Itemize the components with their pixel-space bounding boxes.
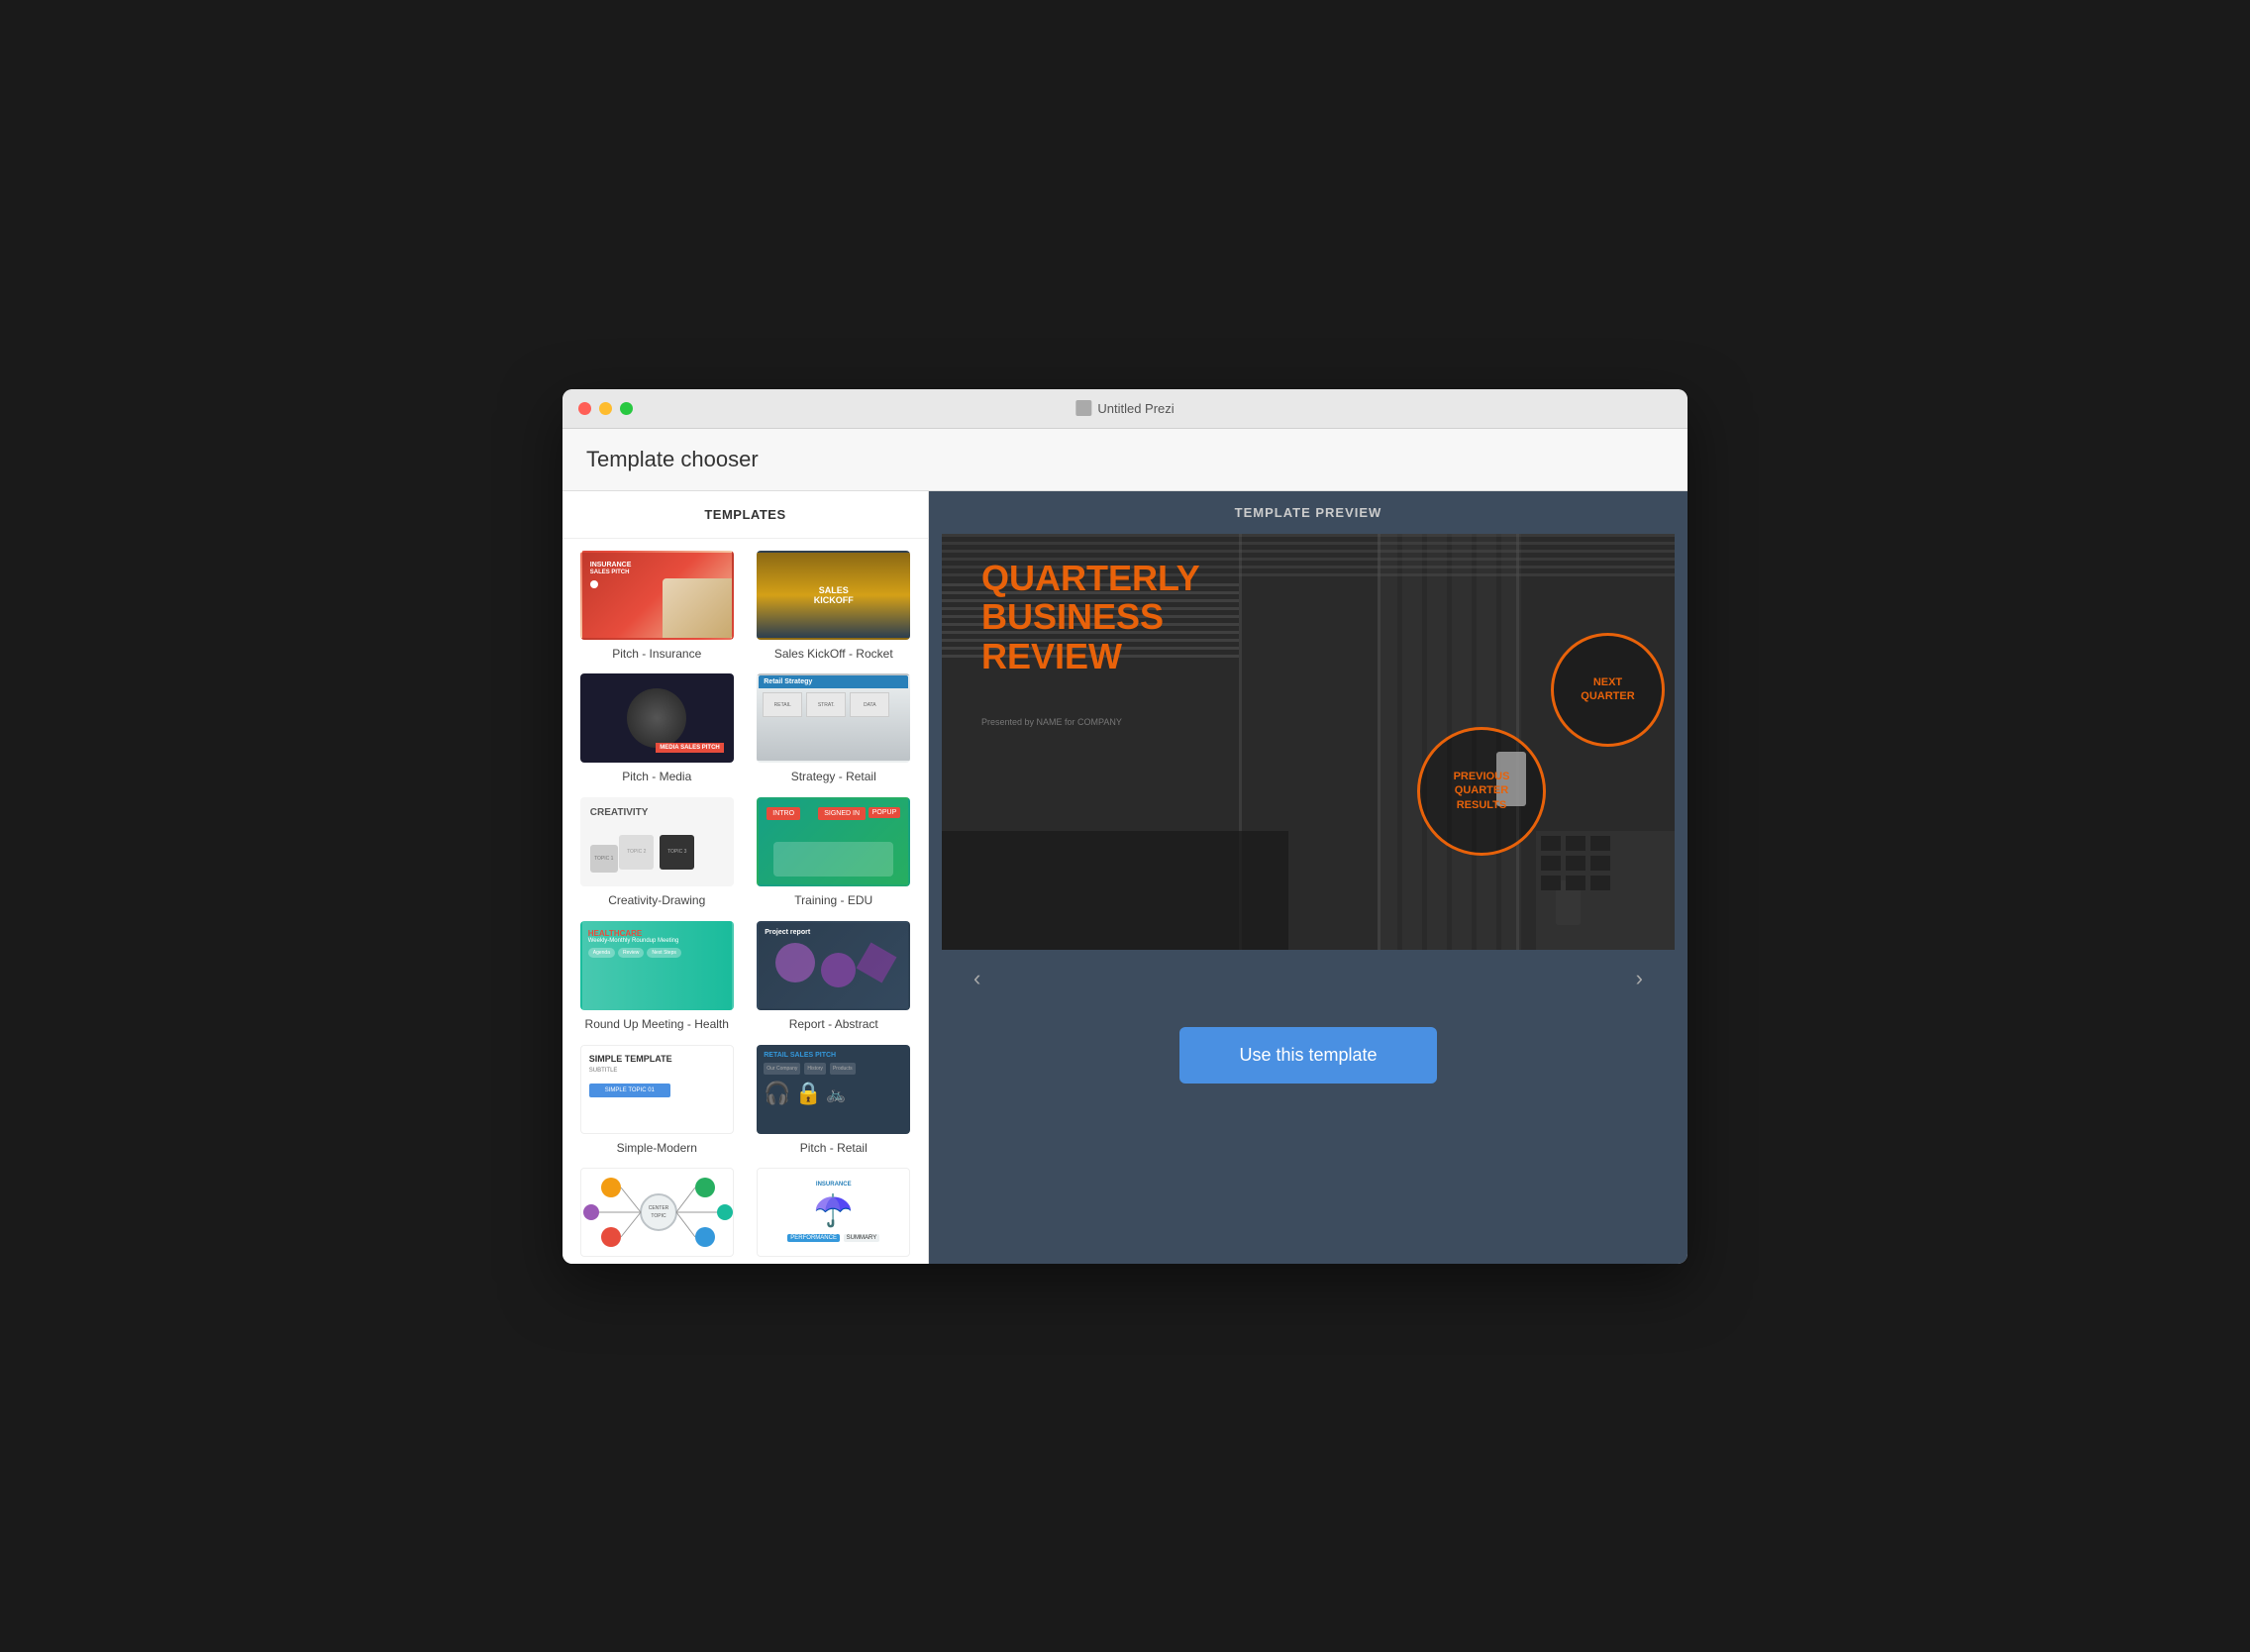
template-thumb-pitch-retail: RETAIL SALES PITCH Our Company History P…	[757, 1045, 910, 1134]
file-icon	[1075, 400, 1091, 416]
templates-header: TEMPLATES	[562, 491, 928, 539]
next-arrow[interactable]: ›	[1624, 962, 1655, 995]
template-thumb-media: MEDIA SALES PITCH	[580, 673, 734, 763]
preview-container: QUARTERLYBUSINESSREVIEW Presented by NAM…	[942, 534, 1675, 1007]
svg-text:CENTER: CENTER	[648, 1205, 668, 1211]
template-abstract[interactable]: Project report Report - Abstract	[752, 921, 917, 1033]
minimize-button[interactable]	[599, 402, 612, 415]
fullscreen-button[interactable]	[620, 402, 633, 415]
templates-grid: INSURANCE SALES PITCH Pitch - Insurance …	[562, 539, 928, 1264]
template-label-rocket: Sales KickOff - Rocket	[774, 646, 893, 663]
prev-arrow[interactable]: ‹	[962, 962, 992, 995]
content-area: TEMPLATES INSURANCE SALES PITCH Pitch - …	[562, 491, 1688, 1264]
template-exec[interactable]: INSURANCE ☂️ PERFORMANCE SUMMARY Executi…	[752, 1168, 917, 1263]
use-template-button[interactable]: Use this template	[1179, 1027, 1436, 1084]
template-around[interactable]: CENTER TOPIC	[574, 1168, 740, 1263]
template-retail-strategy[interactable]: Retail Strategy RETAIL STRAT. DATA Strat…	[752, 673, 917, 785]
template-label-creativity: Creativity-Drawing	[608, 892, 705, 909]
template-thumb-retail: Retail Strategy RETAIL STRAT. DATA	[757, 673, 910, 763]
templates-panel: TEMPLATES INSURANCE SALES PITCH Pitch - …	[562, 491, 929, 1264]
template-thumb-rocket: SALESKICKOFF	[757, 551, 910, 640]
page-header: Template chooser	[562, 429, 1688, 491]
template-pitch-retail[interactable]: RETAIL SALES PITCH Our Company History P…	[752, 1045, 917, 1157]
traffic-lights	[578, 402, 633, 415]
template-label-media: Pitch - Media	[622, 769, 691, 785]
template-training[interactable]: POPUP INTRO SIGNED IN Training - EDU	[752, 797, 917, 909]
template-thumb-exec: INSURANCE ☂️ PERFORMANCE SUMMARY	[757, 1168, 910, 1257]
template-thumb-simple: SIMPLE TEMPLATE SUBTITLE SIMPLE TOPIC 01	[580, 1045, 734, 1134]
template-insurance[interactable]: INSURANCE SALES PITCH Pitch - Insurance	[574, 551, 740, 663]
template-thumb-around: CENTER TOPIC	[580, 1168, 734, 1257]
template-thumb-insurance: INSURANCE SALES PITCH	[580, 551, 734, 640]
template-simple[interactable]: SIMPLE TEMPLATE SUBTITLE SIMPLE TOPIC 01…	[574, 1045, 740, 1157]
titlebar: Untitled Prezi	[562, 389, 1688, 429]
template-label-retail-strategy: Strategy - Retail	[791, 769, 876, 785]
close-button[interactable]	[578, 402, 591, 415]
template-label-pitch-retail: Pitch - Retail	[800, 1140, 868, 1157]
nav-arrows: ‹ ›	[942, 950, 1675, 1007]
template-health[interactable]: HEALTHCARE Weekly-Monthly Roundup Meetin…	[574, 921, 740, 1033]
template-thumb-abstract: Project report	[757, 921, 910, 1010]
template-thumb-creativity: CREATIVITY TOPIC 2 TOPIC 3 TOPIC 1	[580, 797, 734, 886]
preview-header: TEMPLATE PREVIEW	[929, 491, 1688, 534]
preview-panel: TEMPLATE PREVIEW	[929, 491, 1688, 1264]
template-label-abstract: Report - Abstract	[789, 1016, 878, 1033]
circle-previous-quarter: PREVIOUSQUARTERRESULTS	[1417, 727, 1546, 856]
template-media[interactable]: MEDIA SALES PITCH Pitch - Media	[574, 673, 740, 785]
preview-image: QUARTERLYBUSINESSREVIEW Presented by NAM…	[942, 534, 1675, 950]
template-thumb-health: HEALTHCARE Weekly-Monthly Roundup Meetin…	[580, 921, 734, 1010]
template-label-training: Training - EDU	[794, 892, 872, 909]
template-thumb-training: POPUP INTRO SIGNED IN	[757, 797, 910, 886]
svg-text:TOPIC: TOPIC	[651, 1213, 666, 1219]
template-creativity[interactable]: CREATIVITY TOPIC 2 TOPIC 3 TOPIC 1 Creat…	[574, 797, 740, 909]
circle-next-quarter: NEXTQUARTER	[1551, 633, 1665, 747]
preview-subtitle: Presented by NAME for COMPANY	[981, 717, 1122, 727]
template-label-simple: Simple-Modern	[617, 1140, 697, 1157]
template-rocket[interactable]: SALESKICKOFF Sales KickOff - Rocket	[752, 551, 917, 663]
preview-title: QUARTERLYBUSINESSREVIEW	[981, 559, 1200, 676]
app-window: Untitled Prezi Template chooser TEMPLATE…	[562, 389, 1688, 1264]
window-title: Untitled Prezi	[1075, 400, 1174, 416]
page-title: Template chooser	[586, 447, 1664, 472]
template-label-insurance: Pitch - Insurance	[612, 646, 701, 663]
template-label-health: Round Up Meeting - Health	[585, 1016, 729, 1033]
